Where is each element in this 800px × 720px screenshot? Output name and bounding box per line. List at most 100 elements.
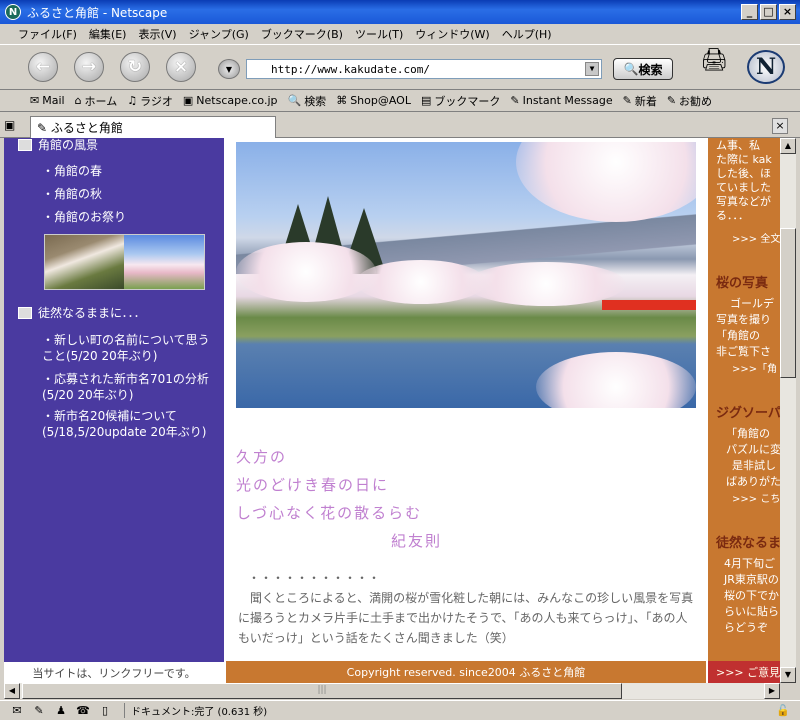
- reload-button[interactable]: ↻: [120, 52, 150, 82]
- home-icon: ⌂: [74, 94, 82, 107]
- menu-bar: ファイル(F) 編集(E) 表示(V) ジャンプ(G) ブックマーク(B) ツー…: [0, 24, 800, 43]
- menu-edit[interactable]: 編集(E): [89, 26, 127, 42]
- im-icon: ✎: [510, 94, 520, 107]
- netscape-logo[interactable]: N: [747, 50, 785, 84]
- forward-arrow-icon: →: [81, 57, 97, 77]
- back-button[interactable]: ←: [28, 52, 58, 82]
- sidebar-toggle-icon[interactable]: ▣: [4, 118, 20, 134]
- poem: 久方の 光のどけき春の日に しづ心なく花の散るらむ 紀友則: [236, 443, 442, 555]
- menu-help[interactable]: ヘルプ(H): [502, 26, 552, 42]
- page-icon[interactable]: ▯: [96, 704, 114, 718]
- menu-view[interactable]: 表示(V): [138, 26, 176, 42]
- poem-author: 紀友則: [391, 532, 443, 550]
- address-book-icon[interactable]: ☎: [74, 704, 92, 718]
- window-title: ふるさと角館 - Netscape: [27, 5, 168, 20]
- scroll-thumb[interactable]: [780, 228, 796, 378]
- right-text: 4月下旬ご: [724, 557, 775, 570]
- chevron-down-icon: ▼: [225, 64, 233, 74]
- minimize-button[interactable]: _: [741, 4, 758, 20]
- bookmark-recommend[interactable]: ✎ お勧め: [667, 93, 712, 109]
- scroll-left-button[interactable]: ◀: [4, 683, 20, 699]
- right-heading: ジグソーパ: [716, 406, 780, 421]
- horizontal-scrollbar[interactable]: ◀ ||| ▶: [4, 683, 780, 699]
- mail-icon[interactable]: ✉: [8, 704, 26, 718]
- section-title: 角館の風景: [38, 138, 99, 152]
- bookmark-bookmarks[interactable]: ▤ ブックマーク: [421, 93, 500, 109]
- article-text: ・・・・・・・・・・・ 聞くところによると、満開の桜が雪化粧した朝には、みんなこ…: [238, 568, 698, 648]
- thumbnail-image[interactable]: [45, 235, 124, 289]
- menu-bookmarks[interactable]: ブックマーク(B): [261, 26, 343, 42]
- right-text: らいに貼ら: [724, 605, 779, 618]
- menu-go[interactable]: ジャンプ(G): [189, 26, 249, 42]
- scroll-down-button[interactable]: ▼: [780, 667, 796, 683]
- composer-icon[interactable]: ✎: [30, 704, 48, 718]
- thumbnail-image[interactable]: [124, 235, 204, 289]
- scroll-right-button[interactable]: ▶: [764, 683, 780, 699]
- magnifier-icon: 🔍: [623, 62, 639, 76]
- right-text: 非ご覧下さ: [716, 345, 771, 358]
- more-link[interactable]: >>>「角: [732, 360, 777, 375]
- link-spring[interactable]: ・角館の春: [42, 163, 217, 179]
- maximize-button[interactable]: □: [760, 4, 777, 20]
- close-window-button[interactable]: ×: [779, 4, 796, 20]
- feedback-link[interactable]: >>> ご意見・: [708, 661, 780, 683]
- netscape-icon: ▣: [182, 94, 194, 107]
- right-text: ばありがた: [726, 475, 780, 488]
- close-tab-button[interactable]: ×: [772, 118, 788, 134]
- more-link[interactable]: >>> 全文: [732, 230, 780, 245]
- bookmark-shop[interactable]: ⌘ Shop@AOL: [336, 94, 411, 107]
- reload-icon: ↻: [127, 57, 143, 77]
- right-text: 桜の下でか: [724, 589, 779, 602]
- bookmark-home[interactable]: ⌂ ホーム: [75, 93, 118, 109]
- search-icon: 🔍: [287, 94, 302, 107]
- print-icon[interactable]: 🖨: [700, 48, 728, 74]
- menu-window[interactable]: ウィンドウ(W): [415, 26, 489, 42]
- menu-tools[interactable]: ツール(T): [355, 26, 403, 42]
- right-text: ていました: [716, 181, 771, 194]
- link-essay-3[interactable]: ・新市名20候補について(5/18,5/20update 20年ぶり): [42, 408, 217, 440]
- link-essay-2[interactable]: ・応募された新市名701の分析(5/20 20年ぶり): [42, 371, 217, 403]
- scroll-up-button[interactable]: ▲: [780, 138, 796, 154]
- right-text: ム事、私: [716, 139, 760, 152]
- bookmark-search[interactable]: 🔍 検索: [287, 93, 326, 109]
- url-dropdown-button[interactable]: ▼: [585, 62, 599, 76]
- link-festival[interactable]: ・角館のお祭り: [42, 209, 217, 225]
- bookmark-new[interactable]: ✎ 新着: [623, 93, 657, 109]
- bookmark-icon: ▤: [420, 94, 432, 107]
- right-text: らどうぞ: [724, 621, 768, 634]
- section-header-essays[interactable]: 徒然なるままに．．．: [18, 304, 146, 321]
- thumbnail-strip[interactable]: [44, 234, 205, 290]
- copyright-footer: Copyright reserved. since2004 ふるさと角館: [226, 661, 706, 683]
- section-header-scenery[interactable]: 角館の風景: [18, 138, 98, 153]
- vertical-scrollbar[interactable]: ▲ ▼: [780, 138, 796, 683]
- netscape-app-icon: N: [5, 4, 21, 20]
- im-icon[interactable]: ♟: [52, 704, 70, 718]
- bookmark-label: 新着: [634, 94, 657, 108]
- url-history-button[interactable]: ▼: [218, 59, 240, 79]
- link-autumn[interactable]: ・角館の秋: [42, 186, 217, 202]
- stop-icon: ×: [173, 57, 189, 77]
- bookmark-label: ホーム: [84, 94, 118, 108]
- link-essay-1[interactable]: ・新しい町の名前について思うこと(5/20 20年ぶり): [42, 332, 217, 364]
- bookmark-mail[interactable]: ✉ Mail: [30, 94, 65, 107]
- url-input[interactable]: http://www.kakudate.com/ ▼: [246, 59, 602, 79]
- security-lock-icon[interactable]: 🔓: [776, 704, 790, 717]
- cherry-blossom-photo: [236, 142, 696, 408]
- bookmark-im[interactable]: ✎ Instant Message: [510, 94, 612, 107]
- right-sidebar: ム事、私 た際に kak した後、ほ ていました 写真などが る．．． >>> …: [708, 138, 780, 661]
- search-button[interactable]: 🔍 検索: [613, 58, 673, 80]
- forward-button[interactable]: →: [74, 52, 104, 82]
- bookmark-radio[interactable]: ♫ ラジオ: [127, 93, 173, 109]
- right-heading: 桜の写真: [716, 276, 769, 291]
- right-heading: 徒然なるま: [716, 536, 780, 551]
- scroll-thumb[interactable]: |||: [22, 683, 622, 699]
- bookmark-label: Netscape.co.jp: [196, 94, 278, 107]
- status-text: ドキュメント:完了 (0.631 秒): [124, 703, 267, 718]
- menu-file[interactable]: ファイル(F): [18, 26, 77, 42]
- more-link[interactable]: >>> こち: [732, 490, 780, 505]
- tab-furusato[interactable]: ✎ ふるさと角館: [30, 116, 276, 138]
- poem-line: 久方の: [236, 448, 288, 466]
- search-button-label: 検索: [638, 62, 663, 77]
- stop-button[interactable]: ×: [166, 52, 196, 82]
- bookmark-netscape[interactable]: ▣ Netscape.co.jp: [183, 94, 278, 107]
